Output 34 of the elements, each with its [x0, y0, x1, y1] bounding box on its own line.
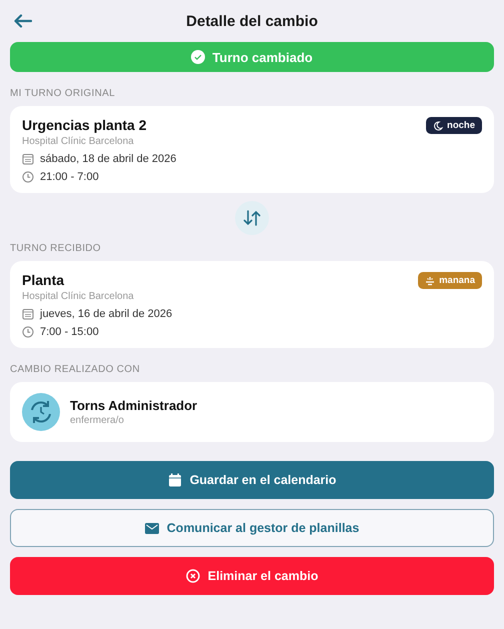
check-circle-icon	[191, 50, 206, 64]
shift-badge: noche	[426, 117, 482, 134]
screen-title: Detalle del cambio	[186, 12, 318, 30]
back-button[interactable]	[12, 12, 34, 30]
hospital-name: Hospital Clínic Barcelona	[22, 291, 135, 302]
envelope-icon	[144, 522, 159, 534]
section-label: CAMBIO REALIZADO CON	[10, 364, 141, 375]
action-button[interactable]: Guardar en el calendario	[10, 461, 494, 499]
back-arrow-icon	[14, 14, 32, 28]
shift-date: jueves, 16 de abril de 2026	[40, 308, 172, 320]
action-button[interactable]: Comunicar al gestor de planillas	[10, 509, 494, 547]
calendar-icon	[168, 473, 182, 487]
avatar-icon	[22, 393, 60, 431]
shift-time: 7:00 - 15:00	[40, 326, 99, 338]
clock-icon	[22, 326, 34, 338]
shift-date: sábado, 18 de abril de 2026	[40, 153, 176, 165]
status-text: Turno cambiado	[212, 50, 313, 64]
section-label: MI TURNO ORIGINAL	[10, 88, 116, 99]
shift-badge: manana	[418, 272, 482, 289]
shift-name: Planta	[22, 272, 64, 288]
calendar-icon	[22, 153, 34, 165]
partner-role: enfermera/o	[70, 415, 125, 426]
shift-time: 21:00 - 7:00	[40, 171, 99, 183]
clock-icon	[22, 171, 34, 183]
moon-icon	[433, 120, 444, 130]
calendar-icon	[22, 308, 34, 320]
partner-name: Torns Administrador	[70, 398, 198, 413]
cancel-circle-icon	[186, 569, 200, 583]
action-button[interactable]: Eliminar el cambio	[10, 557, 494, 595]
shift-name: Urgencias planta 2	[22, 117, 146, 133]
sunrise-icon	[425, 276, 436, 286]
section-label: TURNO RECIBIDO	[10, 243, 102, 254]
hospital-name: Hospital Clínic Barcelona	[22, 136, 135, 147]
swap-icon	[235, 201, 269, 235]
